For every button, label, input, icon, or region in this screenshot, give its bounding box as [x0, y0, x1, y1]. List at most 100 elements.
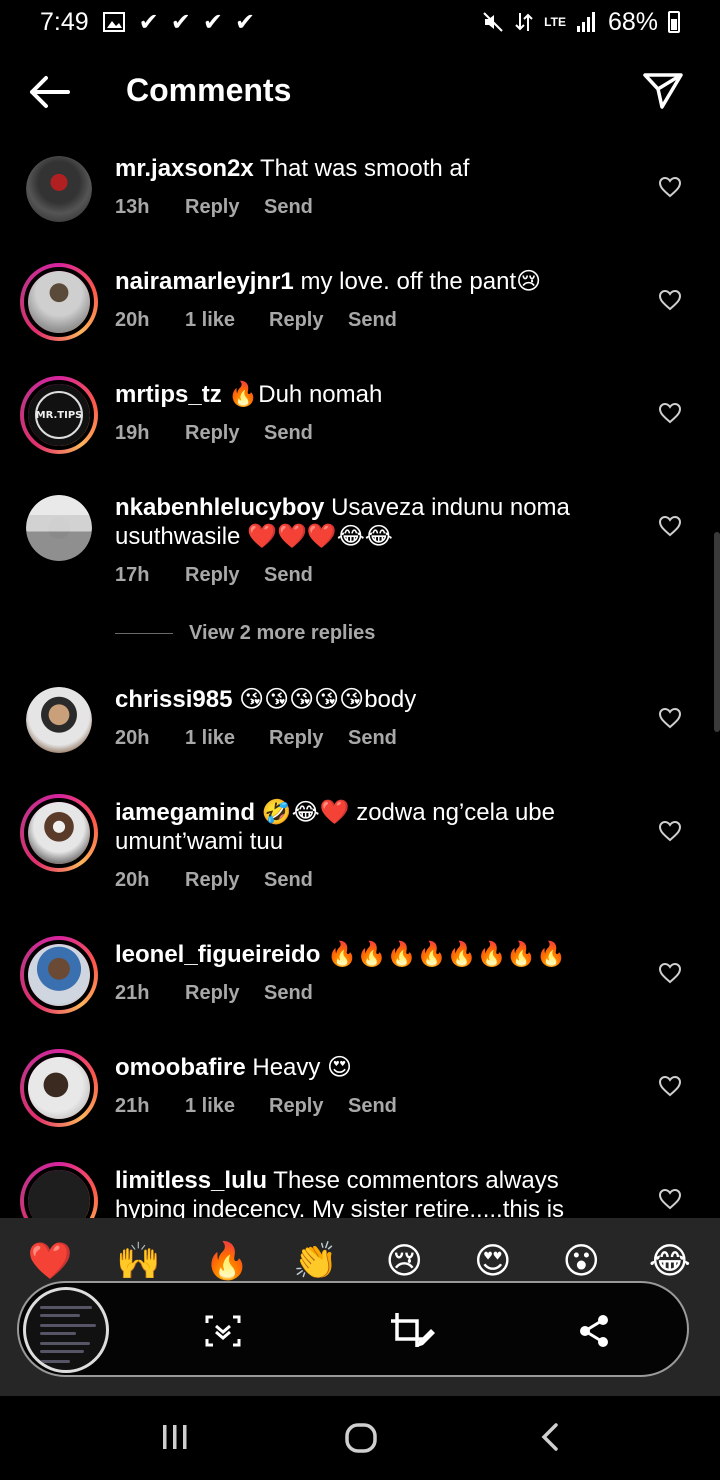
send-button[interactable]: Send	[348, 724, 397, 753]
reply-button[interactable]: Reply	[185, 419, 264, 448]
reply-button[interactable]: Reply	[185, 193, 264, 222]
download-complete-icon: ✔	[170, 8, 191, 36]
reply-button[interactable]: Reply	[185, 866, 264, 895]
comment-text: 😘😘😘😘😘body	[239, 686, 417, 713]
comment-text: 🔥🔥🔥🔥🔥🔥🔥🔥	[327, 941, 567, 968]
back-button[interactable]	[28, 72, 72, 112]
send-button[interactable]: Send	[264, 419, 313, 448]
emoji-crying-button[interactable]: 😢	[374, 1240, 434, 1282]
avatar[interactable]	[26, 156, 92, 222]
heart-icon[interactable]	[658, 289, 682, 311]
send-button[interactable]: Send	[264, 193, 313, 222]
direct-message-button[interactable]	[642, 70, 684, 112]
reply-button[interactable]: Reply	[269, 306, 348, 335]
download-complete-icon: ✔	[138, 8, 159, 36]
avatar-story-ring[interactable]	[20, 1162, 98, 1218]
comment-time: 20h	[115, 309, 150, 331]
send-button[interactable]: Send	[264, 866, 313, 895]
status-time: 7:49	[40, 7, 89, 36]
system-navigation-bar	[0, 1396, 720, 1480]
gallery-notification-icon	[102, 12, 125, 32]
comment-time: 21h	[115, 1095, 150, 1117]
comment-time: 20h	[115, 869, 150, 891]
mute-icon	[482, 11, 504, 33]
send-button[interactable]: Send	[348, 1092, 397, 1121]
comment-time: 17h	[115, 564, 150, 586]
comment-username[interactable]: nkabenhlelucyboy	[115, 494, 324, 521]
screenshot-toolbar	[17, 1281, 689, 1377]
comment-text: Heavy 😍	[252, 1054, 353, 1081]
view-more-replies[interactable]: View 2 more replies	[115, 622, 375, 645]
home-icon[interactable]	[344, 1422, 378, 1454]
comment-username[interactable]: chrissi985	[115, 686, 232, 713]
emoji-laughing-button[interactable]: 😂	[640, 1240, 700, 1282]
avatar-story-ring[interactable]	[20, 794, 98, 872]
avatar[interactable]	[26, 495, 92, 561]
data-transfer-icon	[514, 11, 534, 33]
heart-icon[interactable]	[658, 707, 682, 729]
send-button[interactable]: Send	[348, 306, 397, 335]
comment-username[interactable]: nairamarleyjnr1	[115, 268, 294, 295]
comment-username[interactable]: omoobafire	[115, 1054, 246, 1081]
page-title: Comments	[126, 72, 292, 108]
download-complete-icon: ✔	[235, 8, 255, 36]
avatar-story-ring[interactable]	[20, 936, 98, 1014]
heart-icon[interactable]	[658, 176, 682, 198]
comment-text: my love. off the pant😢	[300, 268, 542, 295]
download-complete-icon: ✔	[202, 8, 223, 36]
emoji-surprised-button[interactable]: 😮	[551, 1240, 611, 1282]
comments-list[interactable]: mr.jaxson2x That was smooth af 13h Reply…	[0, 138, 720, 1218]
comment-username[interactable]: iamegamind	[115, 799, 255, 826]
emoji-clap-button[interactable]: 👏	[286, 1240, 346, 1282]
view-more-replies-label: View 2 more replies	[189, 622, 376, 644]
battery-icon	[668, 11, 680, 33]
back-nav-icon[interactable]	[538, 1422, 562, 1452]
reply-button[interactable]: Reply	[269, 1092, 348, 1121]
divider	[115, 633, 173, 634]
emoji-heart-eyes-button[interactable]: 😍	[463, 1240, 523, 1282]
send-button[interactable]: Send	[264, 979, 313, 1008]
heart-icon[interactable]	[658, 1075, 682, 1097]
like-count[interactable]: 1 like	[185, 1092, 269, 1121]
recent-apps-icon[interactable]	[160, 1422, 190, 1452]
share-icon[interactable]	[575, 1313, 615, 1349]
comment-text: 🔥Duh nomah	[228, 381, 383, 408]
heart-icon[interactable]	[658, 820, 682, 842]
crop-edit-icon[interactable]	[389, 1313, 435, 1349]
emoji-fire-button[interactable]: 🔥	[197, 1240, 257, 1282]
comment-username[interactable]: leonel_figueireido	[115, 941, 320, 968]
like-count[interactable]: 1 like	[185, 724, 269, 753]
comment-username[interactable]: limitless_lulu	[115, 1167, 267, 1194]
like-count[interactable]: 1 like	[185, 306, 269, 335]
comment-time: 21h	[115, 982, 150, 1004]
screenshot-thumbnail[interactable]	[23, 1287, 109, 1373]
status-bar: 7:49 ✔ ✔ ✔ ✔ LTE 68%	[0, 0, 720, 44]
reply-button[interactable]: Reply	[185, 979, 264, 1008]
reply-button[interactable]: Reply	[185, 561, 264, 590]
emoji-raised-hands-button[interactable]: 🙌	[109, 1240, 169, 1282]
comment-time: 19h	[115, 422, 150, 444]
comment-text: That was smooth af	[259, 155, 470, 182]
send-button[interactable]: Send	[264, 561, 313, 590]
heart-icon[interactable]	[658, 515, 682, 537]
avatar-story-ring[interactable]	[20, 1049, 98, 1127]
arrow-left-icon	[30, 76, 70, 108]
heart-icon[interactable]	[658, 402, 682, 424]
comment-time: 20h	[115, 727, 150, 749]
header: Comments	[0, 58, 720, 124]
avatar-story-ring[interactable]	[20, 263, 98, 341]
avatar[interactable]	[26, 687, 92, 753]
heart-icon[interactable]	[658, 1188, 682, 1210]
signal-icon	[576, 11, 598, 33]
comment-username[interactable]: mrtips_tz	[115, 381, 222, 408]
comment-username[interactable]: mr.jaxson2x	[115, 155, 254, 182]
lte-icon: LTE	[544, 15, 566, 29]
heart-icon[interactable]	[658, 962, 682, 984]
paper-plane-icon	[643, 73, 683, 109]
scrollbar[interactable]	[714, 532, 720, 732]
reply-button[interactable]: Reply	[269, 724, 348, 753]
avatar-story-ring[interactable]: MR.TIPS	[20, 376, 98, 454]
battery-percentage: 68%	[607, 7, 658, 36]
scroll-capture-icon[interactable]	[203, 1313, 243, 1349]
emoji-heart-button[interactable]: ❤️	[20, 1240, 80, 1282]
